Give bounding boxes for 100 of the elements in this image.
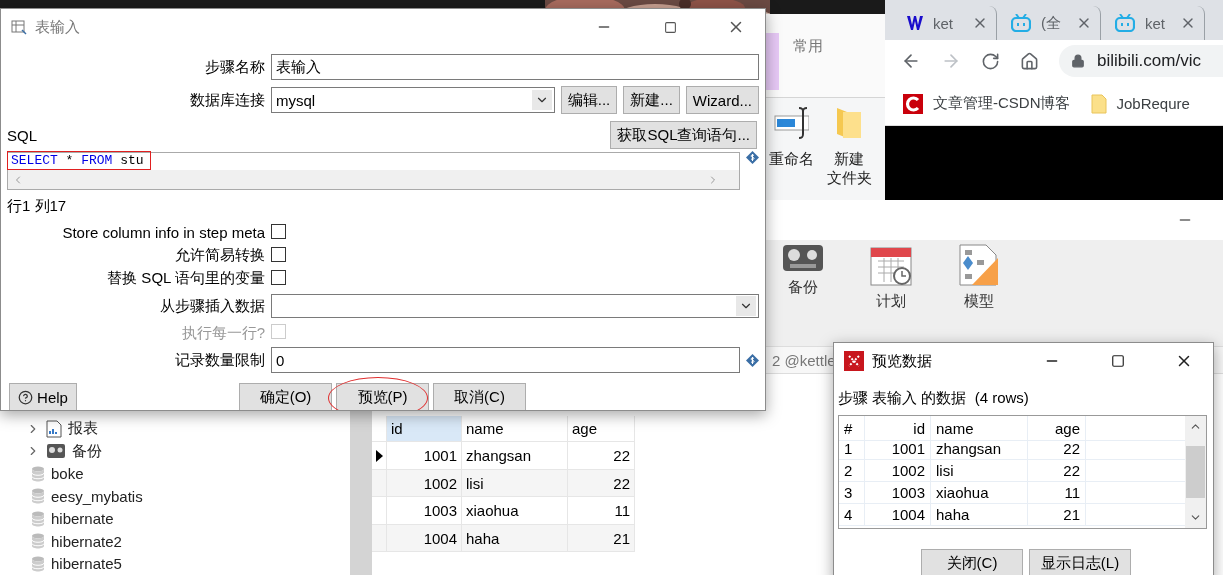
- table-cell: zhangsan: [931, 438, 1028, 460]
- table-cell: 4: [839, 504, 865, 526]
- table-cell: 1002: [865, 460, 931, 482]
- app-logo-icon: [844, 351, 864, 371]
- bookmark[interactable]: JobRequre: [1090, 93, 1190, 114]
- home-icon[interactable]: [1020, 51, 1039, 71]
- folder-icon: [1090, 93, 1107, 114]
- table-cell: 3: [839, 482, 865, 504]
- column-header[interactable]: id: [387, 416, 462, 443]
- database-icon: [31, 465, 45, 482]
- ribbon-label[interactable]: 重命名: [768, 150, 814, 169]
- tree-item[interactable]: 报表: [68, 419, 98, 439]
- table-cell: haha: [931, 504, 1028, 526]
- checkbox[interactable]: [271, 269, 286, 285]
- ribbon-tab[interactable]: 常用: [779, 14, 823, 56]
- checkbox[interactable]: [271, 246, 286, 262]
- column-header[interactable]: name: [462, 416, 568, 443]
- browser-tab[interactable]: ket: [1101, 6, 1205, 40]
- connection-button[interactable]: Wizard...: [685, 86, 759, 114]
- window-title: 预览数据: [872, 351, 933, 371]
- connection-button[interactable]: 编辑...: [560, 86, 618, 114]
- ribbon-label[interactable]: 新建 文件夹: [826, 150, 872, 188]
- address-bar[interactable]: bilibili.com/vic: [1059, 45, 1223, 77]
- connection-button[interactable]: 新建...: [623, 86, 680, 114]
- table-cell: 22: [1028, 438, 1086, 460]
- dialog-button[interactable]: 关闭(C): [921, 549, 1023, 575]
- database-icon: [31, 555, 45, 572]
- scrollbar[interactable]: [1185, 416, 1206, 528]
- sql-text: SELECT * FROM stu: [11, 153, 144, 168]
- limit-field[interactable]: 0: [271, 347, 740, 373]
- database-icon: [31, 510, 45, 527]
- option-label: 执行每一行?: [180, 323, 265, 343]
- browser-tab[interactable]: ket: [893, 6, 997, 40]
- rename-icon: [773, 106, 809, 140]
- column-header[interactable]: age: [1028, 416, 1086, 441]
- maximize-icon[interactable]: [663, 20, 677, 34]
- checkbox[interactable]: [271, 223, 286, 239]
- column-header[interactable]: name: [931, 416, 1028, 441]
- table-cell: xiaohua: [931, 482, 1028, 504]
- column-header[interactable]: #: [839, 416, 865, 441]
- dialog-button[interactable]: 确定(O): [239, 383, 332, 410]
- table-cell: 1001: [387, 442, 462, 470]
- bookmark[interactable]: 文章管理-CSDN博客: [903, 93, 1071, 114]
- table-cell: xiaohua: [462, 497, 568, 525]
- field-label: 数据库连接: [189, 90, 265, 110]
- variable-icon: [746, 353, 759, 367]
- dialog-button[interactable]: 取消(C): [433, 383, 526, 410]
- reload-icon[interactable]: [981, 51, 1000, 71]
- table-cell: 1004: [865, 504, 931, 526]
- table-cell: 22: [1028, 460, 1086, 482]
- field-label: 步骤名称: [204, 57, 265, 77]
- database-icon: [31, 488, 45, 505]
- table-cell: 22: [568, 442, 635, 470]
- toolbar-button[interactable]: 模型: [964, 291, 994, 311]
- table-cell: 1004: [387, 525, 462, 553]
- option-label: 允许简易转换: [174, 246, 265, 265]
- tv-icon: [1115, 14, 1135, 32]
- dialog-button[interactable]: 显示日志(L): [1029, 549, 1131, 575]
- column-header[interactable]: id: [865, 416, 931, 441]
- browser-tab[interactable]: (全: [997, 6, 1101, 40]
- tree-item[interactable]: hibernate: [51, 510, 114, 528]
- tree-item[interactable]: hibernate2: [51, 532, 122, 550]
- tree-item[interactable]: eesy_mybatis: [51, 487, 143, 505]
- cassette-icon: [46, 443, 66, 460]
- column-header[interactable]: age: [568, 416, 635, 443]
- scroll-thumb[interactable]: [1186, 446, 1205, 498]
- tree-item[interactable]: hibernate5: [51, 555, 122, 573]
- table-cell: 21: [1028, 504, 1086, 526]
- step-name-field[interactable]: 表输入: [271, 54, 759, 80]
- insert-step-dropdown[interactable]: [271, 294, 759, 318]
- connection-tab[interactable]: 2 @kettle: [772, 351, 836, 369]
- tree-item[interactable]: 备份: [72, 441, 102, 461]
- table-cell: haha: [462, 525, 568, 553]
- maximize-icon[interactable]: [1111, 354, 1125, 368]
- help-button[interactable]: Help: [9, 383, 77, 410]
- option-label: 替换 SQL 语句里的变量: [106, 269, 265, 288]
- database-icon: [31, 533, 45, 550]
- table-cell: 1: [839, 438, 865, 460]
- tree-item[interactable]: boke: [51, 465, 84, 483]
- table-icon: [11, 19, 27, 35]
- toolbar-button[interactable]: 备份: [788, 277, 818, 297]
- table-cell: 11: [568, 497, 635, 525]
- table-cell: 1001: [865, 438, 931, 460]
- tv-icon: [1011, 14, 1031, 32]
- window-title: 表输入: [35, 17, 81, 37]
- lock-icon: [1071, 54, 1085, 68]
- table-cell: 1002: [387, 470, 462, 498]
- cursor-position: 行1 列17: [7, 197, 68, 216]
- field-label: 记录数量限制: [174, 350, 265, 370]
- sql-editor[interactable]: SELECT * FROM stu: [7, 152, 740, 190]
- get-sql-button[interactable]: 获取SQL查询语句...: [610, 121, 757, 149]
- table-cell: 2: [839, 460, 865, 482]
- table-cell: zhangsan: [462, 442, 568, 470]
- row-indicator[interactable]: [372, 442, 387, 470]
- w-logo-icon: [907, 16, 923, 30]
- connection-dropdown[interactable]: mysql: [271, 87, 555, 113]
- dialog-button[interactable]: 预览(P): [336, 383, 429, 410]
- table-cell: 11: [1028, 482, 1086, 504]
- diagram-icon: [958, 243, 1000, 286]
- toolbar-button[interactable]: 计划: [876, 291, 906, 311]
